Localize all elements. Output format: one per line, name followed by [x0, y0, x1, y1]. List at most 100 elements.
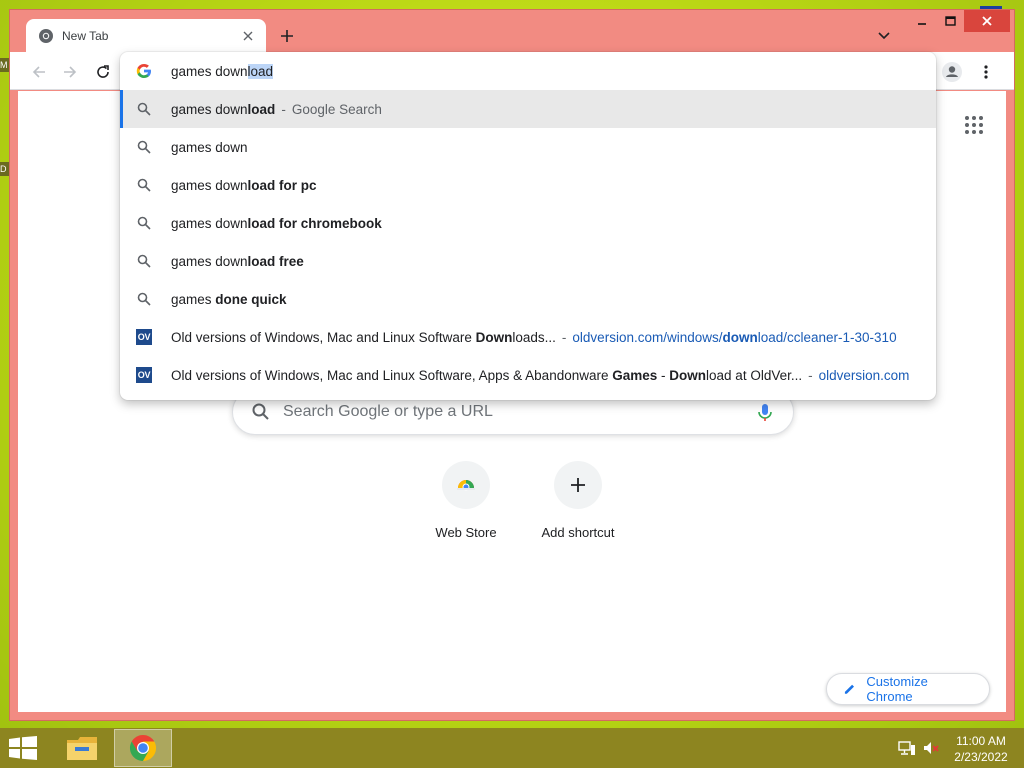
suggestion-label-part: Old versions of Windows, Mac and Linux S…: [171, 367, 613, 383]
suggestion-label-part: Down: [669, 367, 707, 383]
suggestion-label: Old versions of Windows, Mac and Linux S…: [171, 368, 802, 383]
suggestion-url-part: load/ccleaner-1-30-310: [757, 329, 897, 345]
tab-close-icon[interactable]: [240, 28, 256, 44]
new-tab-button[interactable]: [276, 25, 298, 47]
title-bar: New Tab: [10, 10, 1014, 52]
search-icon: [136, 253, 152, 269]
chrome-menu-button[interactable]: [974, 60, 998, 84]
suggestion-description: Google Search: [291, 101, 382, 117]
desktop-icon-edge[interactable]: D: [0, 162, 10, 176]
suggestion-label: Old versions of Windows, Mac and Linux S…: [171, 330, 556, 345]
omnibox-typed-text: games down: [171, 63, 248, 79]
suggestion-url: oldversion.com: [819, 368, 910, 383]
reload-button[interactable]: [91, 60, 115, 84]
minimize-button[interactable]: [908, 10, 936, 32]
suggestion-url-part: down: [722, 329, 758, 345]
suggestion-url-part: oldversion.com/windows/: [572, 329, 723, 345]
suggestion-row[interactable]: games download for chromebook: [120, 204, 936, 242]
suggestion-label-part: -: [657, 367, 670, 383]
windows-start-icon[interactable]: [8, 736, 38, 760]
maximize-button[interactable]: [936, 10, 964, 32]
suggestion-label: games download for pc: [171, 178, 317, 193]
tab-new-tab[interactable]: New Tab: [26, 19, 266, 52]
reload-icon: [97, 65, 109, 78]
clock-date: 2/23/2022: [954, 750, 1008, 764]
close-icon: [982, 16, 992, 26]
favicon-text: OV: [136, 367, 152, 383]
omnibox-dropdown: games download games download - Google Sea…: [120, 52, 936, 400]
forward-button[interactable]: [58, 60, 82, 84]
customize-label: Customize Chrome: [866, 674, 928, 704]
google-apps-button[interactable]: [962, 113, 986, 137]
pencil-icon: [844, 684, 855, 694]
suggestion-row[interactable]: games done quick: [120, 280, 936, 318]
shortcut-add[interactable]: Add shortcut: [522, 461, 634, 540]
close-window-button[interactable]: [964, 10, 1010, 32]
tab-title: New Tab: [62, 28, 109, 43]
shortcut-web-store[interactable]: Web Store: [410, 461, 522, 540]
suggestion-label: games download: [171, 102, 275, 117]
back-arrow-icon: [32, 66, 45, 78]
suggestion-label-part: load free: [247, 253, 304, 269]
suggestion-label-part: done quick: [215, 291, 287, 307]
suggestion-separator: -: [808, 367, 813, 383]
suggestion-label-part: load at OldVer...: [706, 367, 803, 383]
back-button[interactable]: [27, 60, 51, 84]
site-favicon-icon: OV: [136, 329, 152, 345]
network-icon[interactable]: [898, 740, 916, 756]
tab-search-button[interactable]: [874, 26, 894, 46]
chrome-icon: [129, 734, 157, 762]
suggestion-row[interactable]: games down: [120, 128, 936, 166]
shortcut-label: Add shortcut: [541, 525, 615, 540]
site-favicon-icon: OV: [136, 367, 152, 383]
suggestion-separator: -: [561, 329, 567, 345]
suggestion-label-part: games: [171, 291, 216, 307]
suggestion-label-part: games down: [171, 215, 248, 231]
suggestion-label-part: load: [247, 101, 276, 117]
search-icon: [136, 215, 152, 231]
chevron-down-icon: [878, 32, 890, 40]
suggestion-row[interactable]: games download free: [120, 242, 936, 280]
suggestion-label: games down: [171, 140, 248, 155]
search-icon: [136, 101, 152, 117]
profile-button[interactable]: [940, 60, 964, 84]
ntp-search-input[interactable]: [283, 403, 755, 421]
suggestion-url: oldversion.com/windows/download/ccleaner…: [572, 330, 896, 345]
suggestion-label-part: games down: [171, 177, 248, 193]
taskbar-chrome[interactable]: [114, 729, 172, 767]
suggestion-row[interactable]: OV Old versions of Windows, Mac and Linux…: [120, 318, 936, 356]
suggestion-url-part: oldversion.com: [818, 367, 910, 383]
chrome-favicon-icon: [39, 28, 53, 43]
suggestion-row[interactable]: games download - Google Search: [120, 90, 936, 128]
search-icon: [136, 139, 152, 155]
minimize-icon: [918, 23, 926, 25]
suggestion-list: games download - Google Search games down ga…: [120, 90, 936, 394]
volume-muted-icon[interactable]: [922, 740, 940, 756]
maximize-icon: [944, 16, 956, 26]
customize-chrome-button[interactable]: Customize Chrome: [826, 673, 990, 705]
omnibox-autocomplete-text: load: [247, 63, 274, 79]
suggestion-label-part: games down: [171, 253, 248, 269]
taskbar-file-explorer[interactable]: [60, 730, 104, 766]
forward-arrow-icon: [64, 66, 77, 78]
web-store-icon: [442, 461, 490, 509]
google-g-icon: [136, 64, 151, 78]
search-icon: [136, 291, 152, 307]
suggestion-row[interactable]: games download for pc: [120, 166, 936, 204]
suggestion-label-part: load for chromebook: [247, 215, 382, 231]
suggestion-row[interactable]: OV Old versions of Windows, Mac and Linux…: [120, 356, 936, 394]
omnibox-input[interactable]: games download: [120, 52, 936, 90]
more-vert-icon: [984, 65, 988, 79]
suggestion-label-part: games down: [171, 139, 248, 155]
desktop-icon-edge[interactable]: M: [0, 58, 10, 72]
file-explorer-icon: [67, 737, 97, 760]
clock-time: 11:00 AM: [956, 734, 1006, 748]
plus-icon: [281, 30, 293, 42]
taskbar: 11:00 AM 2/23/2022: [0, 728, 1024, 768]
system-clock[interactable]: 11:00 AM 2/23/2022: [948, 733, 1014, 765]
search-icon: [252, 403, 269, 420]
suggestion-label-part: Games: [612, 367, 658, 383]
search-icon: [136, 177, 152, 193]
suggestion-label-part: games down: [171, 101, 248, 117]
microphone-icon[interactable]: [755, 402, 775, 422]
